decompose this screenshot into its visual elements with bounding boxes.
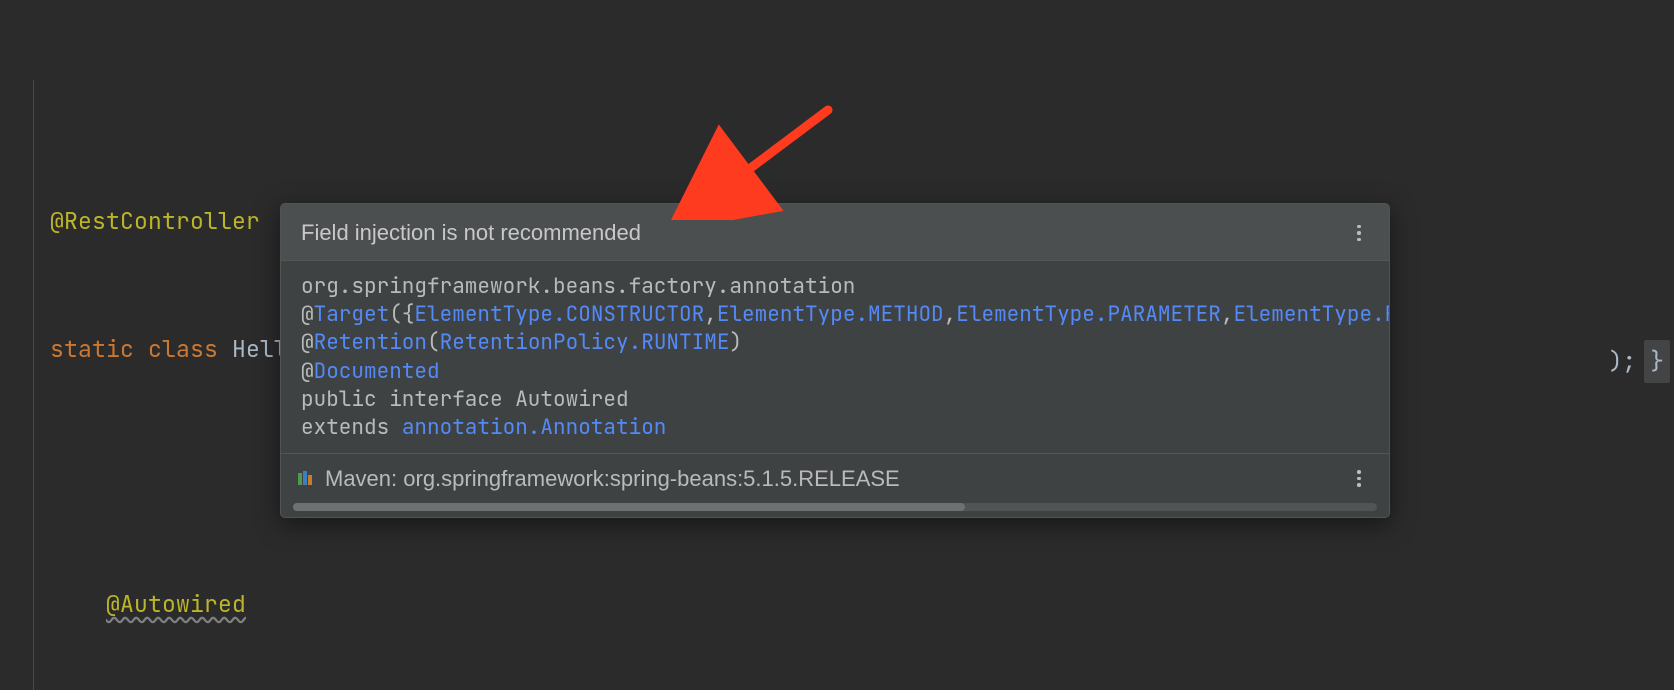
indent-guide xyxy=(33,80,34,690)
code-line: @Autowired xyxy=(50,583,1674,626)
annotation-documented-line: @Documented xyxy=(301,358,1369,386)
inline-closing-hint: ); } xyxy=(1609,340,1670,383)
popup-header: Field injection is not recommended xyxy=(281,204,1389,261)
quick-doc-popup[interactable]: Field injection is not recommended org.s… xyxy=(280,203,1390,518)
annotation-restcontroller: @RestController xyxy=(50,206,260,236)
more-options-icon[interactable] xyxy=(1349,469,1369,489)
more-options-icon[interactable] xyxy=(1349,223,1369,243)
annotation-retention-line: @Retention(RetentionPolicy.RUNTIME) xyxy=(301,329,1369,357)
library-source-label: Maven: org.springframework:spring-beans:… xyxy=(325,464,900,494)
popup-body: org.springframework.beans.factory.annota… xyxy=(281,261,1389,453)
horizontal-scrollbar[interactable] xyxy=(293,503,1377,511)
library-icon xyxy=(297,470,315,488)
annotation-autowired[interactable]: @Autowired xyxy=(106,589,246,619)
extends-line: extends annotation.Annotation xyxy=(301,414,1369,442)
annotation-target-line: @Target({ElementType.CONSTRUCTOR,Element… xyxy=(301,301,1369,329)
popup-footer: Maven: org.springframework:spring-beans:… xyxy=(281,453,1389,504)
inspection-message: Field injection is not recommended xyxy=(301,218,1349,248)
package-name: org.springframework.beans.factory.annota… xyxy=(301,273,1369,301)
declaration-line: public interface Autowired xyxy=(301,386,1369,414)
